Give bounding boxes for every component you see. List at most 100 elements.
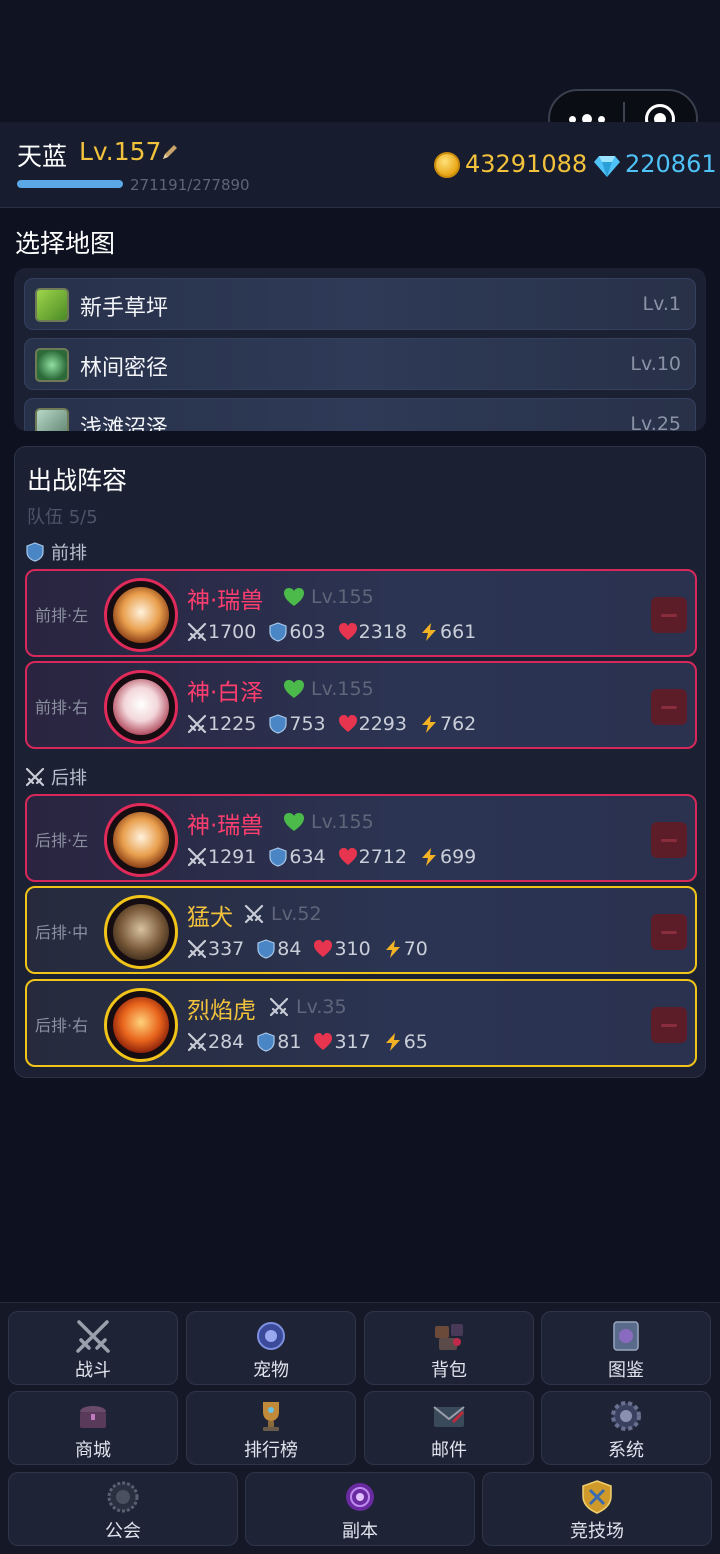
pet-level: Lv.155 <box>311 678 374 700</box>
hp-stat: 310 <box>313 938 371 960</box>
hp-stat: 2318 <box>338 621 407 643</box>
heart-icon <box>284 588 304 606</box>
pet-card[interactable]: 前排·左 神·瑞兽 Lv.155 1700 603 2318 661 <box>25 569 697 657</box>
speed-stat: 699 <box>419 846 476 868</box>
remove-pet-button[interactable] <box>651 597 687 633</box>
speed-stat: 762 <box>419 713 476 735</box>
hp-stat: 2712 <box>338 846 407 868</box>
back-row-label: 后排 <box>51 768 87 789</box>
hp-stat: 317 <box>313 1031 371 1053</box>
pet-card[interactable]: 后排·中 猛犬 Lv.52 337 84 310 70 <box>25 886 697 974</box>
swords-icon <box>187 847 207 867</box>
pet-position: 后排·中 <box>35 923 89 942</box>
map-item[interactable]: 林间密径 Lv.10 <box>24 338 696 390</box>
map-item[interactable]: 新手草坪 Lv.1 <box>24 278 696 330</box>
portal-icon <box>346 1483 374 1511</box>
defense-stat: 753 <box>268 713 326 735</box>
map-item[interactable]: 浅滩沼泽 Lv.25 <box>24 398 696 431</box>
nav-ranking-button[interactable]: 排行榜 <box>186 1391 356 1465</box>
minus-icon <box>661 838 677 842</box>
map-level: Lv.25 <box>630 413 681 431</box>
heart-icon <box>284 813 304 831</box>
nav-arena-button[interactable]: 竞技场 <box>482 1472 712 1546</box>
map-name: 浅滩沼泽 <box>80 416 169 431</box>
swords-icon <box>244 904 264 924</box>
pet-level: Lv.155 <box>311 811 374 833</box>
pet-level: Lv.52 <box>271 903 322 925</box>
nav-label: 宠物 <box>253 1360 289 1381</box>
nav-label: 背包 <box>431 1360 467 1381</box>
hp-stat: 2293 <box>338 713 407 735</box>
mail-icon <box>433 1406 465 1427</box>
swords-icon <box>25 767 45 787</box>
nav-bag-button[interactable]: 背包 <box>364 1311 534 1385</box>
heart-icon <box>314 940 333 957</box>
nav-system-button[interactable]: 系统 <box>541 1391 711 1465</box>
forest-path-icon <box>35 348 69 382</box>
nav-shop-button[interactable]: 商城 <box>8 1391 178 1465</box>
speed-stat: 65 <box>383 1031 428 1053</box>
defense-stat: 84 <box>256 938 301 960</box>
remove-pet-button[interactable] <box>651 689 687 725</box>
swords-icon <box>187 714 207 734</box>
nav-label: 竞技场 <box>570 1521 624 1542</box>
nav-guild-button[interactable]: 公会 <box>8 1472 238 1546</box>
minus-icon <box>661 930 677 934</box>
attack-stat: 337 <box>187 938 244 960</box>
pet-level: Lv.35 <box>296 996 347 1018</box>
shield-icon <box>257 1032 275 1052</box>
minus-icon <box>661 705 677 709</box>
pet-avatar <box>104 988 178 1062</box>
player-header: 天蓝 Lv.157 271191/277890 43291088 220861 <box>0 122 720 208</box>
nav-codex-button[interactable]: 图鉴 <box>541 1311 711 1385</box>
lineup-panel: 出战阵容 队伍 5/5 前排 前排·左 神·瑞兽 Lv.155 1700 603… <box>14 446 706 1078</box>
arena-shield-icon <box>582 1480 612 1514</box>
gold-coin-icon <box>434 152 460 178</box>
crossed-swords-icon <box>76 1320 110 1353</box>
nav-battle-button[interactable]: 战斗 <box>8 1311 178 1385</box>
front-row-label: 前排 <box>51 543 87 564</box>
speed-stat: 70 <box>383 938 428 960</box>
pet-position: 后排·左 <box>35 831 89 850</box>
pet-card[interactable]: 前排·右 神·白泽 Lv.155 1225 753 2293 762 <box>25 661 697 749</box>
pet-card[interactable]: 后排·右 烈焰虎 Lv.35 284 81 317 65 <box>25 979 697 1067</box>
shield-icon <box>26 542 44 562</box>
heart-icon <box>314 1033 333 1050</box>
bottom-nav: 战斗 宠物 背包 图鉴 商城 排行榜 邮件 系统 公会 副本 竞技场 <box>0 1302 720 1554</box>
attack-stat: 1225 <box>187 713 256 735</box>
remove-pet-button[interactable] <box>651 822 687 858</box>
team-count: 队伍 5/5 <box>27 507 98 528</box>
pet-stats: 1700 603 2318 661 <box>187 621 476 643</box>
swords-icon <box>269 997 289 1017</box>
edit-name-icon[interactable] <box>160 142 180 162</box>
map-list[interactable]: 新手草坪 Lv.1 林间密径 Lv.10 浅滩沼泽 Lv.25 <box>14 268 706 431</box>
back-row-header: 后排 <box>25 764 87 790</box>
remove-pet-button[interactable] <box>651 1007 687 1043</box>
pet-name: 神·瑞兽 <box>187 813 264 839</box>
player-name: 天蓝 <box>17 142 68 171</box>
lightning-icon <box>385 1033 400 1051</box>
pet-name: 烈焰虎 <box>187 998 256 1024</box>
map-select-title: 选择地图 <box>15 229 116 258</box>
swords-icon <box>187 939 207 959</box>
attack-stat: 1700 <box>187 621 256 643</box>
pet-stats: 1291 634 2712 699 <box>187 846 476 868</box>
nav-label: 公会 <box>105 1521 141 1542</box>
heart-icon <box>338 715 357 732</box>
minus-icon <box>661 1023 677 1027</box>
trophy-icon <box>263 1402 279 1431</box>
treasure-chest-icon <box>80 1406 106 1428</box>
nav-dungeon-button[interactable]: 副本 <box>245 1472 475 1546</box>
nav-mail-button[interactable]: 邮件 <box>364 1391 534 1465</box>
diamond-icon <box>594 156 620 177</box>
nav-label: 副本 <box>342 1521 378 1542</box>
nav-pets-button[interactable]: 宠物 <box>186 1311 356 1385</box>
pet-level: Lv.155 <box>311 586 374 608</box>
pet-card[interactable]: 后排·左 神·瑞兽 Lv.155 1291 634 2712 699 <box>25 794 697 882</box>
player-level: Lv.157 <box>79 137 162 166</box>
swamp-icon <box>35 408 69 431</box>
gear-icon <box>611 1401 641 1431</box>
remove-pet-button[interactable] <box>651 914 687 950</box>
backpack-icon <box>435 1324 463 1350</box>
gold-amount: 43291088 <box>465 150 588 178</box>
